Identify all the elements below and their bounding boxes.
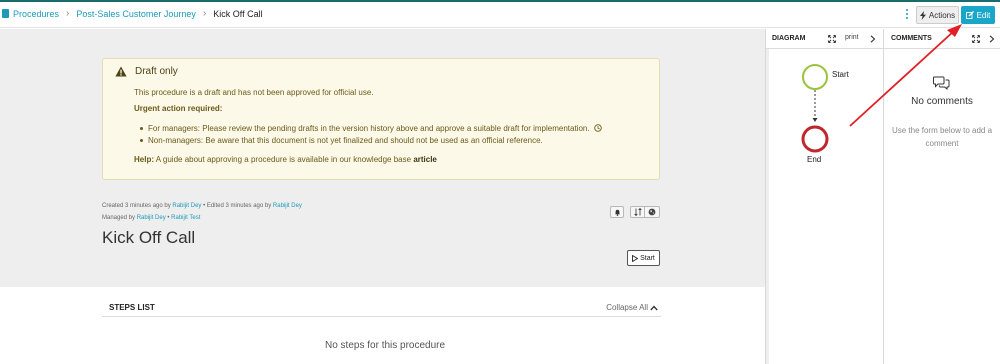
draft-notice-text: This procedure is a draft and has not be… <box>134 88 374 97</box>
draft-notice: Draft only This procedure is a draft and… <box>102 58 660 180</box>
draft-help-text: A guide about approving a procedure is a… <box>155 155 412 164</box>
diagram-start-node[interactable] <box>802 64 828 90</box>
created-edited-meta: Created 3 minutes ago by Rabijit Dey • E… <box>102 203 302 209</box>
sort-button[interactable] <box>630 206 645 218</box>
chevron-right-icon[interactable] <box>989 35 995 43</box>
sort-globe-button-group <box>630 206 660 218</box>
warning-icon <box>115 66 127 77</box>
manager-link-2[interactable]: Rabijit Test <box>171 215 200 221</box>
expand-icon[interactable] <box>828 35 836 43</box>
draft-bullet-managers-text: For managers: Please review the pending … <box>148 124 590 133</box>
document-icon <box>2 9 9 18</box>
manager-link-1[interactable]: Rabijit Dey <box>137 215 166 221</box>
breadcrumb: Procedures › Post-Sales Customer Journey… <box>2 8 263 19</box>
diagram-end-node[interactable] <box>801 125 829 153</box>
created-by-link[interactable]: Rabijit Dey <box>172 203 201 209</box>
chevron-right-icon: › <box>202 8 207 19</box>
start-procedure-button[interactable]: Start <box>627 250 660 266</box>
steps-list-title: STEPS LIST <box>109 303 155 312</box>
edited-by-link[interactable]: Rabijit Dey <box>273 203 302 209</box>
procedure-title: Kick Off Call <box>102 228 196 247</box>
managed-prefix: Managed by <box>102 215 136 221</box>
chevron-up-icon <box>650 305 658 310</box>
edit-button-label: Edit <box>976 10 991 20</box>
notification-button-group <box>610 206 624 218</box>
bell-button[interactable] <box>610 206 624 218</box>
start-button-label: Start <box>640 254 655 262</box>
diagram-arrowhead <box>812 118 818 122</box>
manager-separator: • <box>167 215 170 221</box>
edit-icon <box>965 11 974 19</box>
draft-help-label: Help: <box>134 155 154 164</box>
managed-by-meta: Managed by Rabijit Dey • Rabijit Test <box>102 215 200 221</box>
draft-help: Help: A guide about approving a procedur… <box>134 155 437 164</box>
annotation-arrow <box>849 24 962 127</box>
chevron-right-icon: › <box>66 8 70 19</box>
collapse-all-button[interactable]: Collapse All <box>606 303 658 312</box>
collapse-all-label: Collapse All <box>606 303 648 312</box>
draft-bullet-managers: For managers: Please review the pending … <box>140 124 602 133</box>
diagram-end-label: End <box>807 155 822 164</box>
globe-button[interactable] <box>645 206 660 218</box>
more-options-icon[interactable] <box>903 6 911 22</box>
sort-icon <box>633 208 642 216</box>
created-prefix: Created 3 minutes ago by <box>102 203 171 209</box>
breadcrumb-current: Kick Off Call <box>213 8 263 19</box>
bolt-icon <box>919 10 926 20</box>
knowledge-base-article-link[interactable]: article <box>413 155 437 164</box>
breadcrumb-parent[interactable]: Post-Sales Customer Journey <box>76 9 196 19</box>
draft-bullet-nonmanagers: Non-managers: Be aware that this documen… <box>140 136 543 145</box>
diagram-panel-title: DIAGRAM <box>772 35 806 42</box>
edited-prefix: • Edited 3 minutes ago by <box>203 203 272 209</box>
clock-icon[interactable] <box>594 124 602 132</box>
globe-icon <box>648 208 656 216</box>
draft-urgent-label: Urgent action required: <box>134 104 223 113</box>
draft-notice-title: Draft only <box>135 66 178 77</box>
breadcrumb-procedures[interactable]: Procedures <box>13 9 59 19</box>
steps-list-header: STEPS LIST Collapse All <box>102 297 661 317</box>
edit-button[interactable]: Edit <box>961 6 995 24</box>
expand-icon[interactable] <box>972 35 980 43</box>
bell-icon <box>614 209 620 216</box>
play-icon <box>632 254 639 262</box>
no-steps-message: No steps for this procedure <box>325 340 446 351</box>
draft-notice-title-row: Draft only <box>115 66 178 77</box>
actions-button-label: Actions <box>928 10 956 20</box>
